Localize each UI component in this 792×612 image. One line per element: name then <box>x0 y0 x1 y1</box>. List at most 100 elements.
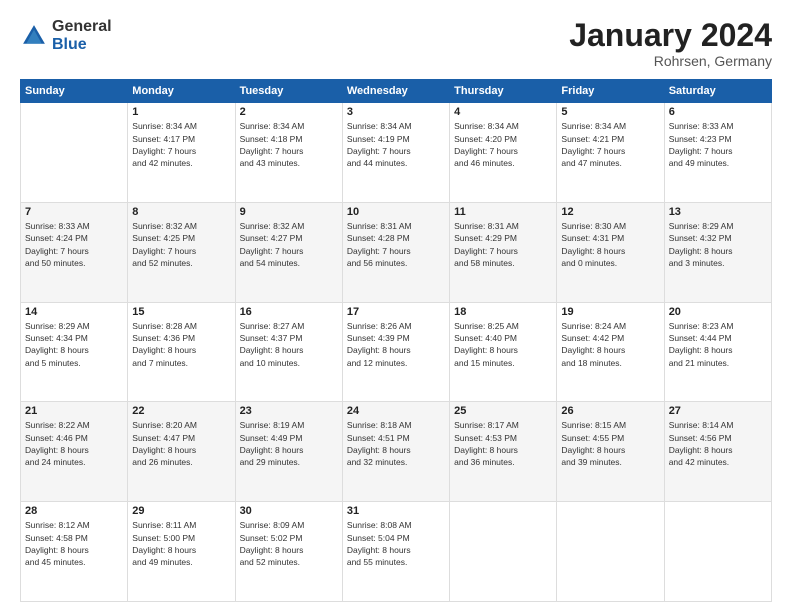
cell-info: Sunrise: 8:34 AMSunset: 4:20 PMDaylight:… <box>454 120 552 169</box>
calendar-cell <box>557 502 664 602</box>
day-number: 15 <box>132 306 230 318</box>
cell-info: Sunrise: 8:25 AMSunset: 4:40 PMDaylight:… <box>454 320 552 369</box>
cell-info: Sunrise: 8:09 AMSunset: 5:02 PMDaylight:… <box>240 519 338 568</box>
day-number: 14 <box>25 306 123 318</box>
calendar-cell <box>664 502 771 602</box>
calendar-table: SundayMondayTuesdayWednesdayThursdayFrid… <box>20 79 772 602</box>
cell-info: Sunrise: 8:28 AMSunset: 4:36 PMDaylight:… <box>132 320 230 369</box>
week-row-2: 7Sunrise: 8:33 AMSunset: 4:24 PMDaylight… <box>21 202 772 302</box>
cell-info: Sunrise: 8:14 AMSunset: 4:56 PMDaylight:… <box>669 419 767 468</box>
day-number: 5 <box>561 106 659 118</box>
day-number: 26 <box>561 405 659 417</box>
cell-info: Sunrise: 8:11 AMSunset: 5:00 PMDaylight:… <box>132 519 230 568</box>
logo-icon <box>20 22 48 50</box>
week-row-5: 28Sunrise: 8:12 AMSunset: 4:58 PMDayligh… <box>21 502 772 602</box>
day-number: 27 <box>669 405 767 417</box>
day-number: 16 <box>240 306 338 318</box>
calendar-cell: 17 Sunrise: 8:26 AMSunset: 4:39 PMDayligh… <box>342 302 449 402</box>
cell-info: Sunrise: 8:31 AMSunset: 4:28 PMDaylight:… <box>347 220 445 269</box>
calendar-cell: 20 Sunrise: 8:23 AMSunset: 4:44 PMDayligh… <box>664 302 771 402</box>
cell-info: Sunrise: 8:19 AMSunset: 4:49 PMDaylight:… <box>240 419 338 468</box>
cell-info: Sunrise: 8:32 AMSunset: 4:25 PMDaylight:… <box>132 220 230 269</box>
day-number: 25 <box>454 405 552 417</box>
day-number: 18 <box>454 306 552 318</box>
calendar-cell: 4 Sunrise: 8:34 AMSunset: 4:20 PMDaylight… <box>450 103 557 203</box>
page: General Blue January 2024 Rohrsen, Germa… <box>0 0 792 612</box>
calendar-cell: 30 Sunrise: 8:09 AMSunset: 5:02 PMDayligh… <box>235 502 342 602</box>
calendar-cell: 24Sunrise: 8:18 AMSunset: 4:51 PMDayligh… <box>342 402 449 502</box>
calendar-cell: 23 Sunrise: 8:19 AMSunset: 4:49 PMDayligh… <box>235 402 342 502</box>
day-number: 6 <box>669 106 767 118</box>
calendar-cell: 19Sunrise: 8:24 AMSunset: 4:42 PMDayligh… <box>557 302 664 402</box>
cell-info: Sunrise: 8:34 AMSunset: 4:17 PMDaylight:… <box>132 120 230 169</box>
cell-info: Sunrise: 8:17 AMSunset: 4:53 PMDaylight:… <box>454 419 552 468</box>
day-number: 22 <box>132 405 230 417</box>
cell-info: Sunrise: 8:26 AMSunset: 4:39 PMDaylight:… <box>347 320 445 369</box>
calendar-cell: 13 Sunrise: 8:29 AMSunset: 4:32 PMDayligh… <box>664 202 771 302</box>
logo-text: General Blue <box>52 18 112 53</box>
calendar-cell: 15 Sunrise: 8:28 AMSunset: 4:36 PMDayligh… <box>128 302 235 402</box>
cell-info: Sunrise: 8:20 AMSunset: 4:47 PMDaylight:… <box>132 419 230 468</box>
calendar-cell: 26 Sunrise: 8:15 AMSunset: 4:55 PMDayligh… <box>557 402 664 502</box>
location: Rohrsen, Germany <box>569 53 772 69</box>
calendar-cell: 10Sunrise: 8:31 AMSunset: 4:28 PMDayligh… <box>342 202 449 302</box>
cell-info: Sunrise: 8:29 AMSunset: 4:32 PMDaylight:… <box>669 220 767 269</box>
day-number: 4 <box>454 106 552 118</box>
calendar-cell: 29 Sunrise: 8:11 AMSunset: 5:00 PMDayligh… <box>128 502 235 602</box>
calendar-cell: 22 Sunrise: 8:20 AMSunset: 4:47 PMDayligh… <box>128 402 235 502</box>
day-number: 21 <box>25 405 123 417</box>
cell-info: Sunrise: 8:34 AMSunset: 4:21 PMDaylight:… <box>561 120 659 169</box>
day-number: 29 <box>132 505 230 517</box>
cell-info: Sunrise: 8:12 AMSunset: 4:58 PMDaylight:… <box>25 519 123 568</box>
header: General Blue January 2024 Rohrsen, Germa… <box>20 18 772 69</box>
cell-info: Sunrise: 8:15 AMSunset: 4:55 PMDaylight:… <box>561 419 659 468</box>
calendar-cell: 27 Sunrise: 8:14 AMSunset: 4:56 PMDayligh… <box>664 402 771 502</box>
col-header-thursday: Thursday <box>450 80 557 103</box>
cell-info: Sunrise: 8:33 AMSunset: 4:23 PMDaylight:… <box>669 120 767 169</box>
cell-info: Sunrise: 8:30 AMSunset: 4:31 PMDaylight:… <box>561 220 659 269</box>
cell-info: Sunrise: 8:27 AMSunset: 4:37 PMDaylight:… <box>240 320 338 369</box>
day-number: 11 <box>454 206 552 218</box>
day-number: 20 <box>669 306 767 318</box>
calendar-cell: 28Sunrise: 8:12 AMSunset: 4:58 PMDayligh… <box>21 502 128 602</box>
col-header-friday: Friday <box>557 80 664 103</box>
calendar-cell: 5 Sunrise: 8:34 AMSunset: 4:21 PMDaylight… <box>557 103 664 203</box>
day-number: 8 <box>132 206 230 218</box>
logo-blue: Blue <box>52 36 112 54</box>
calendar-cell: 21Sunrise: 8:22 AMSunset: 4:46 PMDayligh… <box>21 402 128 502</box>
calendar-cell: 11 Sunrise: 8:31 AMSunset: 4:29 PMDayligh… <box>450 202 557 302</box>
calendar-cell: 31Sunrise: 8:08 AMSunset: 5:04 PMDayligh… <box>342 502 449 602</box>
week-row-3: 14Sunrise: 8:29 AMSunset: 4:34 PMDayligh… <box>21 302 772 402</box>
cell-info: Sunrise: 8:33 AMSunset: 4:24 PMDaylight:… <box>25 220 123 269</box>
header-row: SundayMondayTuesdayWednesdayThursdayFrid… <box>21 80 772 103</box>
day-number: 9 <box>240 206 338 218</box>
cell-info: Sunrise: 8:34 AMSunset: 4:19 PMDaylight:… <box>347 120 445 169</box>
calendar-cell: 9Sunrise: 8:32 AMSunset: 4:27 PMDaylight… <box>235 202 342 302</box>
calendar-cell: 14Sunrise: 8:29 AMSunset: 4:34 PMDayligh… <box>21 302 128 402</box>
col-header-tuesday: Tuesday <box>235 80 342 103</box>
day-number: 30 <box>240 505 338 517</box>
day-number: 24 <box>347 405 445 417</box>
cell-info: Sunrise: 8:31 AMSunset: 4:29 PMDaylight:… <box>454 220 552 269</box>
col-header-wednesday: Wednesday <box>342 80 449 103</box>
day-number: 23 <box>240 405 338 417</box>
calendar-cell: 1Sunrise: 8:34 AMSunset: 4:17 PMDaylight… <box>128 103 235 203</box>
day-number: 17 <box>347 306 445 318</box>
calendar-cell: 16 Sunrise: 8:27 AMSunset: 4:37 PMDayligh… <box>235 302 342 402</box>
cell-info: Sunrise: 8:23 AMSunset: 4:44 PMDaylight:… <box>669 320 767 369</box>
week-row-4: 21Sunrise: 8:22 AMSunset: 4:46 PMDayligh… <box>21 402 772 502</box>
calendar-cell: 3Sunrise: 8:34 AMSunset: 4:19 PMDaylight… <box>342 103 449 203</box>
col-header-monday: Monday <box>128 80 235 103</box>
day-number: 12 <box>561 206 659 218</box>
calendar-header: SundayMondayTuesdayWednesdayThursdayFrid… <box>21 80 772 103</box>
cell-info: Sunrise: 8:24 AMSunset: 4:42 PMDaylight:… <box>561 320 659 369</box>
calendar-cell: 25 Sunrise: 8:17 AMSunset: 4:53 PMDayligh… <box>450 402 557 502</box>
col-header-saturday: Saturday <box>664 80 771 103</box>
day-number: 13 <box>669 206 767 218</box>
cell-info: Sunrise: 8:08 AMSunset: 5:04 PMDaylight:… <box>347 519 445 568</box>
title-block: January 2024 Rohrsen, Germany <box>569 18 772 69</box>
calendar-cell: 6 Sunrise: 8:33 AMSunset: 4:23 PMDaylight… <box>664 103 771 203</box>
calendar-cell: 12 Sunrise: 8:30 AMSunset: 4:31 PMDayligh… <box>557 202 664 302</box>
calendar-cell <box>21 103 128 203</box>
week-row-1: 1Sunrise: 8:34 AMSunset: 4:17 PMDaylight… <box>21 103 772 203</box>
